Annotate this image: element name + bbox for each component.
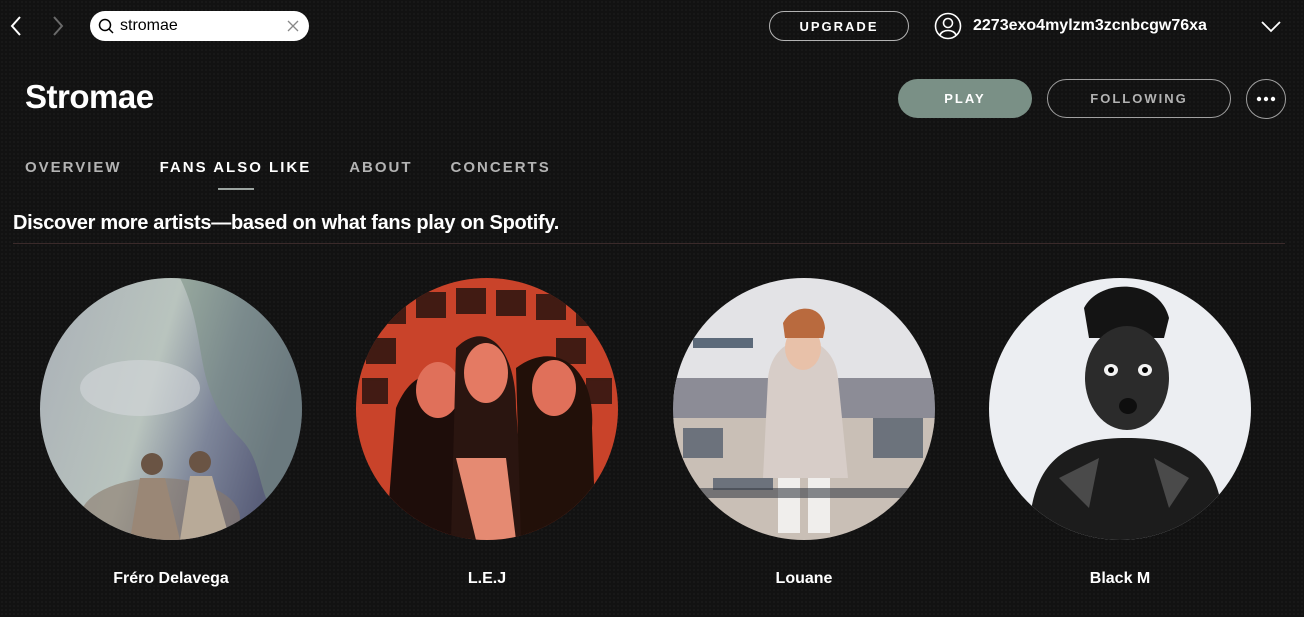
section-subtitle: Discover more artists—based on what fans… (13, 212, 559, 234)
artist-name[interactable]: Fréro Delavega (40, 570, 302, 588)
artist-card-black-m[interactable]: Black M (989, 278, 1251, 587)
tab-bar: OVERVIEW FANS ALSO LIKE ABOUT CONCERTS (25, 159, 589, 191)
more-icon (1256, 96, 1276, 102)
more-options-button[interactable] (1246, 79, 1286, 119)
tab-overview[interactable]: OVERVIEW (25, 159, 122, 191)
chevron-left-icon (10, 16, 21, 36)
divider (13, 243, 1285, 244)
search-icon (98, 18, 114, 34)
tab-about[interactable]: ABOUT (349, 159, 412, 191)
following-button[interactable]: FOLLOWING (1047, 79, 1231, 118)
artist-image (356, 278, 618, 540)
artist-image (40, 278, 302, 540)
tab-fans-also-like[interactable]: FANS ALSO LIKE (160, 159, 312, 191)
artist-image (673, 278, 935, 540)
forward-button[interactable] (46, 12, 70, 40)
search-input[interactable] (120, 16, 280, 36)
artist-image (989, 278, 1251, 540)
artist-name[interactable]: Louane (673, 570, 935, 588)
top-bar: UPGRADE 2273exo4mylzm3zcnbcgw76xa (0, 0, 1304, 52)
play-button[interactable]: PLAY (898, 79, 1032, 118)
username: 2273exo4mylzm3zcnbcgw76xa (973, 17, 1207, 34)
chevron-right-icon (53, 16, 64, 36)
back-button[interactable] (4, 12, 28, 40)
user-icon (934, 12, 962, 40)
upgrade-button[interactable]: UPGRADE (769, 11, 909, 41)
clear-icon[interactable] (286, 19, 300, 33)
artist-name[interactable]: L.E.J (356, 570, 618, 588)
artist-card-lej[interactable]: L.E.J (356, 278, 618, 587)
artist-card-frero-delavega[interactable]: Fréro Delavega (40, 278, 302, 587)
search-box (90, 11, 309, 41)
artist-name[interactable]: Black M (989, 570, 1251, 588)
tab-concerts[interactable]: CONCERTS (451, 159, 551, 191)
chevron-down-icon[interactable] (1260, 18, 1282, 34)
page-title: Stromae (25, 78, 154, 115)
user-menu[interactable]: 2273exo4mylzm3zcnbcgw76xa (934, 10, 1281, 42)
artist-card-louane[interactable]: Louane (673, 278, 935, 587)
